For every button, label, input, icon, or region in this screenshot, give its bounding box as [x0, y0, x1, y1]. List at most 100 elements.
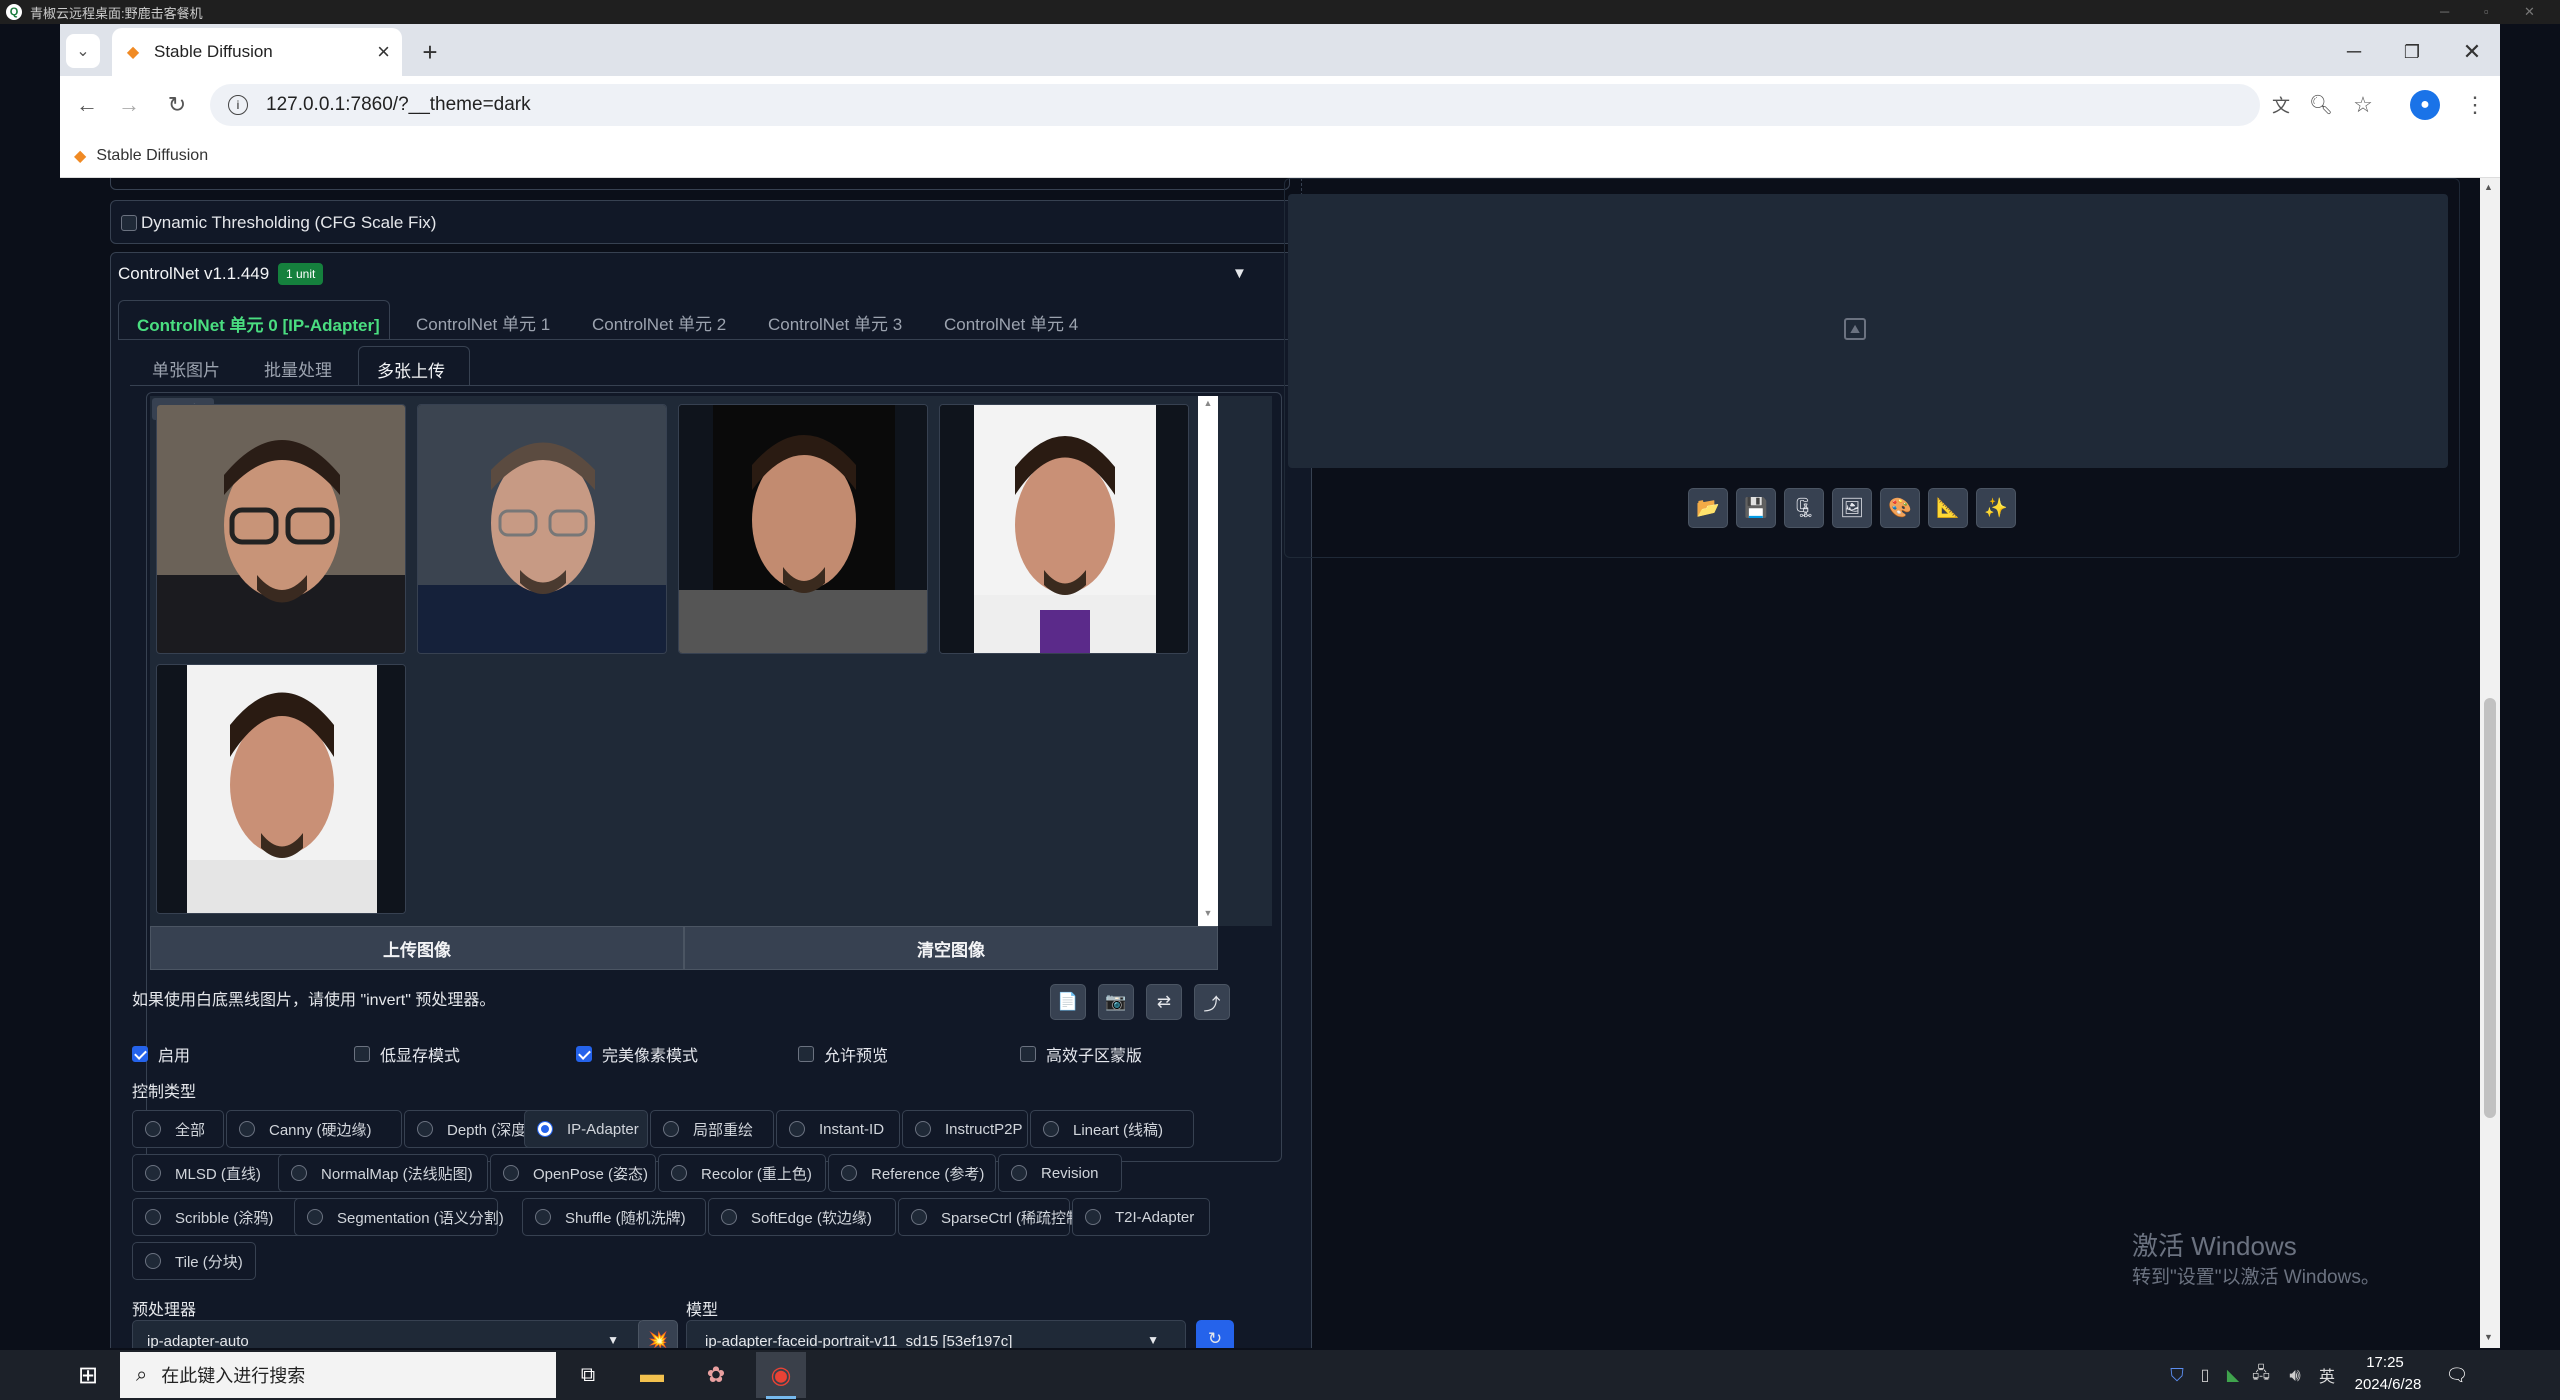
back-icon[interactable]: ← [70, 88, 104, 122]
upscale-icon[interactable]: ✨ [1976, 488, 2016, 528]
control-type-mlsd[interactable]: MLSD (直线) [132, 1154, 288, 1192]
control-type-scribble[interactable]: Scribble (涂鸦) [132, 1198, 308, 1236]
tab-single-image[interactable]: 单张图片 [152, 356, 220, 381]
gallery-image-5[interactable] [156, 664, 406, 914]
tab-multi-upload[interactable]: 多张上传 [358, 346, 470, 386]
tab-controlnet-unit-1[interactable]: ControlNet 单元 1 [416, 310, 550, 335]
control-type-ip-adapter[interactable]: IP-Adapter [524, 1110, 648, 1148]
send-to-extras-icon[interactable]: 📐 [1928, 488, 1968, 528]
control-type-all[interactable]: 全部 [132, 1110, 224, 1148]
gallery-scrollbar[interactable] [1198, 396, 1218, 926]
control-type-instructp2p[interactable]: InstructP2P [902, 1110, 1028, 1148]
control-type-revision[interactable]: Revision [998, 1154, 1122, 1192]
allow-preview-check-icon[interactable] [798, 1046, 814, 1062]
network-icon[interactable]: 🖧 [2246, 1360, 2276, 1390]
control-type-instant-id[interactable]: Instant-ID [776, 1110, 900, 1148]
taskbar-time[interactable]: 17:25 [2350, 1354, 2420, 1371]
tab-controlnet-unit-2[interactable]: ControlNet 单元 2 [592, 310, 726, 335]
usb-icon[interactable]: ▯ [2192, 1360, 2218, 1390]
control-type-normalmap[interactable]: NormalMap (法线贴图) [278, 1154, 488, 1192]
ime-indicator[interactable]: 英 [2314, 1360, 2340, 1390]
windows-start-icon[interactable]: ⊞ [66, 1354, 110, 1396]
gallery-image-1[interactable] [156, 404, 406, 654]
send-to-inpaint-icon[interactable]: 🎨 [1880, 488, 1920, 528]
window-restore-icon[interactable]: ❐ [2392, 36, 2432, 68]
scroll-down-icon[interactable]: ▼ [2484, 1332, 2493, 1342]
control-type-sparsectrl[interactable]: SparseCtrl (稀疏控制) [898, 1198, 1086, 1236]
tab-close-icon[interactable]: × [377, 39, 390, 65]
tab-controlnet-unit-3[interactable]: ControlNet 单元 3 [768, 310, 902, 335]
gallery-image-3[interactable] [678, 404, 928, 654]
control-type-openpose[interactable]: OpenPose (姿态) [490, 1154, 656, 1192]
control-type-t2i-adapter[interactable]: T2I-Adapter [1072, 1198, 1210, 1236]
app-icon[interactable]: ✿ [694, 1354, 738, 1396]
scroll-up-icon[interactable]: ▲ [1201, 398, 1215, 412]
effective-mask-check-icon[interactable] [1020, 1046, 1036, 1062]
refresh-models-icon[interactable]: ↻ [1196, 1320, 1234, 1348]
remote-minimize-icon[interactable]: ─ [2440, 4, 2449, 19]
effective-mask-checkbox[interactable]: 高效子区蒙版 [1020, 1042, 1142, 1066]
control-type-recolor[interactable]: Recolor (重上色) [658, 1154, 826, 1192]
run-preprocessor-icon[interactable]: 💥 [638, 1320, 678, 1348]
tab-controlnet-unit-0[interactable]: ControlNet 单元 0 [IP-Adapter] [118, 300, 390, 340]
window-minimize-icon[interactable]: ─ [2334, 36, 2374, 68]
new-canvas-icon[interactable]: 📄 [1050, 984, 1086, 1020]
gallery-image-4[interactable] [939, 404, 1189, 654]
bookmark-stable-diffusion[interactable]: Stable Diffusion [96, 147, 208, 165]
swap-icon[interactable]: ⇄ [1146, 984, 1182, 1020]
zip-icon[interactable]: 🗜 [1784, 488, 1824, 528]
save-icon[interactable]: 💾 [1736, 488, 1776, 528]
remote-restore-icon[interactable]: ▫ [2484, 4, 2489, 19]
remote-close-icon[interactable]: ✕ [2524, 4, 2535, 20]
clear-images-button[interactable]: 清空图像 [684, 926, 1218, 970]
preprocessor-dropdown[interactable]: ip-adapter-auto ▼ [132, 1320, 644, 1348]
notification-center-icon[interactable]: 🗨 [2440, 1360, 2474, 1390]
browser-menu-icon[interactable]: ⋮ [2460, 90, 2490, 120]
zoom-icon[interactable]: 🔍︎ [2306, 90, 2336, 120]
control-type-inpaint[interactable]: 局部重绘 [650, 1110, 774, 1148]
translate-icon[interactable]: 文 [2266, 90, 2296, 120]
ip-adapter-radio-selected[interactable] [537, 1121, 553, 1137]
tab-batch[interactable]: 批量处理 [264, 356, 332, 381]
nvidia-icon[interactable]: ◣ [2220, 1360, 2246, 1390]
taskbar-search-box[interactable]: ⌕ 在此键入进行搜索 [120, 1352, 556, 1398]
low-vram-checkbox[interactable]: 低显存模式 [354, 1042, 460, 1066]
scroll-up-icon[interactable]: ▲ [2484, 182, 2493, 192]
taskbar-date[interactable]: 2024/6/28 [2348, 1376, 2428, 1393]
upload-image-button[interactable]: 上传图像 [150, 926, 684, 970]
volume-icon[interactable]: 🔊︎ [2280, 1360, 2310, 1390]
chrome-icon[interactable]: ◉ [756, 1352, 806, 1398]
webcam-icon[interactable]: 📷 [1098, 984, 1134, 1020]
page-scrollbar-thumb[interactable] [2484, 698, 2496, 1118]
control-type-tile[interactable]: Tile (分块) [132, 1242, 256, 1280]
pixel-perfect-check-icon[interactable] [576, 1046, 592, 1062]
expand-arrow-icon[interactable]: ▼ [1232, 265, 1247, 282]
send-to-img2img-icon[interactable]: 🖼 [1832, 488, 1872, 528]
tab-controlnet-unit-4[interactable]: ControlNet 单元 4 [944, 310, 1078, 335]
forward-icon[interactable]: → [112, 88, 146, 122]
reload-icon[interactable]: ↻ [160, 88, 194, 122]
address-bar[interactable]: i 127.0.0.1:7860/?__theme=dark [210, 84, 2260, 126]
profile-avatar-icon[interactable]: ● [2410, 90, 2440, 120]
pixel-perfect-checkbox[interactable]: 完美像素模式 [576, 1042, 698, 1066]
new-tab-icon[interactable]: + [414, 36, 446, 68]
control-type-softedge[interactable]: SoftEdge (软边缘) [708, 1198, 896, 1236]
task-view-icon[interactable]: ⧉ [566, 1354, 610, 1396]
open-folder-icon[interactable]: 📂 [1688, 488, 1728, 528]
control-type-reference[interactable]: Reference (参考) [828, 1154, 996, 1192]
scroll-down-icon[interactable]: ▼ [1201, 908, 1215, 922]
file-explorer-icon[interactable]: ▬ [630, 1354, 674, 1396]
control-type-lineart[interactable]: Lineart (线稿) [1030, 1110, 1194, 1148]
bookmark-star-icon[interactable]: ☆ [2348, 90, 2378, 120]
model-dropdown[interactable]: ip-adapter-faceid-portrait-v11_sd15 [53e… [686, 1320, 1186, 1348]
tab-search-chevron-icon[interactable]: ⌄ [66, 34, 100, 68]
dynamic-thresholding-checkbox[interactable] [121, 215, 137, 231]
control-type-shuffle[interactable]: Shuffle (随机洗牌) [522, 1198, 706, 1236]
control-type-segmentation[interactable]: Segmentation (语义分割) [294, 1198, 504, 1236]
security-shield-icon[interactable]: ⛉ [2164, 1360, 2190, 1390]
send-dimensions-icon[interactable]: ⤴ [1194, 984, 1230, 1020]
gallery-image-2[interactable] [417, 404, 667, 654]
low-vram-check-icon[interactable] [354, 1046, 370, 1062]
dynamic-thresholding-accordion[interactable]: Dynamic Thresholding (CFG Scale Fix) ◀ [110, 200, 1312, 244]
enable-check-icon[interactable] [132, 1046, 148, 1062]
